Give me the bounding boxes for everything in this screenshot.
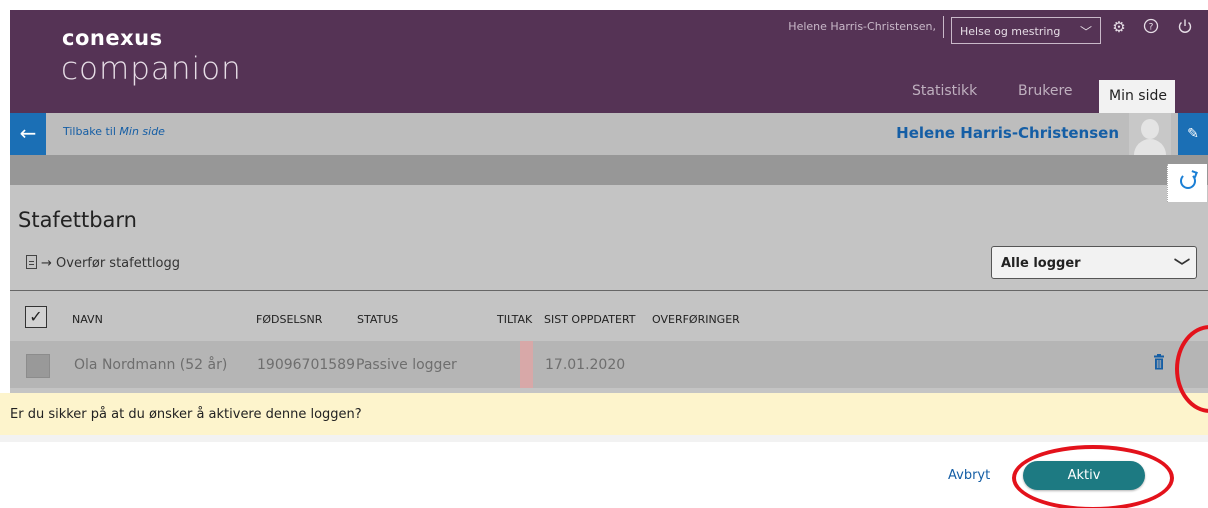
organization-select[interactable]: Helse og mestring ﹀ xyxy=(951,17,1101,44)
avatar-head xyxy=(1141,119,1159,139)
row-status: Passive logger xyxy=(356,357,457,373)
back-arrow-icon[interactable]: ← xyxy=(10,113,46,155)
organization-select-value: Helse og mestring xyxy=(960,25,1061,38)
page-title: Stafettbarn xyxy=(18,208,137,232)
tab-min-side[interactable]: Min side xyxy=(1099,80,1175,113)
main-content: Stafettbarn → Overfør stafettlogg Alle l… xyxy=(10,185,1208,393)
row-name: Ola Nordmann (52 år) xyxy=(74,357,228,373)
row-tiltak-indicator xyxy=(520,341,533,388)
logo-product-name: companion xyxy=(61,51,242,87)
svg-text:?: ? xyxy=(1149,23,1154,33)
settings-icon[interactable]: ⚙ xyxy=(1110,18,1128,36)
app-header: conexus companion Helene Harris-Christen… xyxy=(10,10,1208,113)
highlight-ring-aktiv xyxy=(1012,445,1174,508)
current-user-name: Helene Harris-Christensen, xyxy=(788,20,936,33)
column-header-navn[interactable]: NAVN xyxy=(72,313,103,326)
log-filter-select[interactable]: Alle logger ﹀ xyxy=(991,246,1197,279)
row-sist-oppdatert: 17.01.2020 xyxy=(545,357,626,373)
transfer-log-label: Overfør stafettlogg xyxy=(56,256,180,271)
back-link[interactable]: Tilbake til Min side xyxy=(63,125,165,138)
table-header-divider xyxy=(10,290,1208,291)
avatar xyxy=(1129,113,1171,155)
section-divider-bar xyxy=(10,155,1208,185)
log-filter-value: Alle logger xyxy=(1001,256,1081,271)
logo-wordmark: conexus xyxy=(62,26,163,50)
transfer-icon xyxy=(26,255,37,269)
confirm-banner-shadow xyxy=(0,435,1208,442)
tab-brukere[interactable]: Brukere xyxy=(1018,80,1073,113)
confirm-message: Er du sikker på at du ønsker å aktivere … xyxy=(10,407,362,422)
help-icon[interactable]: ? xyxy=(1142,18,1160,36)
activate-log-button[interactable] xyxy=(1167,164,1207,202)
table-row[interactable]: Ola Nordmann (52 år) 19096701589 Passive… xyxy=(10,341,1208,388)
transfer-log-button[interactable]: → Overfør stafettlogg xyxy=(26,255,180,271)
edit-icon[interactable]: ✎ xyxy=(1178,113,1208,155)
confirm-banner: Er du sikker på at du ønsker å aktivere … xyxy=(0,393,1208,435)
column-header-overforinger[interactable]: OVERFØRINGER xyxy=(652,313,740,326)
column-header-tiltak[interactable]: TILTAK xyxy=(497,313,532,326)
cancel-button[interactable]: Avbryt xyxy=(948,468,990,483)
trash-icon[interactable] xyxy=(1153,354,1165,371)
row-checkbox[interactable] xyxy=(26,354,50,378)
user-separator xyxy=(943,16,944,38)
tab-statistikk[interactable]: Statistikk xyxy=(912,80,977,113)
back-link-prefix: Tilbake til xyxy=(63,125,116,138)
power-icon[interactable] xyxy=(1176,18,1194,36)
column-header-fodselsnr[interactable]: FØDSELSNR xyxy=(256,313,322,326)
chevron-down-icon: ﹀ xyxy=(1173,257,1190,276)
row-fodselsnr: 19096701589 xyxy=(257,357,355,373)
page: conexus companion Helene Harris-Christen… xyxy=(0,0,1208,508)
profile-name: Helene Harris-Christensen xyxy=(896,124,1119,142)
profile-bar: ← Tilbake til Min side Helene Harris-Chr… xyxy=(10,113,1208,155)
back-link-target: Min side xyxy=(119,125,165,138)
select-all-checkbox[interactable]: ✓ xyxy=(25,306,47,328)
column-header-sist-oppdatert[interactable]: SIST OPPDATERT xyxy=(544,313,636,326)
column-header-status[interactable]: STATUS xyxy=(357,313,398,326)
chevron-down-icon: ﹀ xyxy=(1079,25,1092,39)
avatar-body xyxy=(1134,139,1166,155)
restore-icon xyxy=(1180,173,1196,189)
